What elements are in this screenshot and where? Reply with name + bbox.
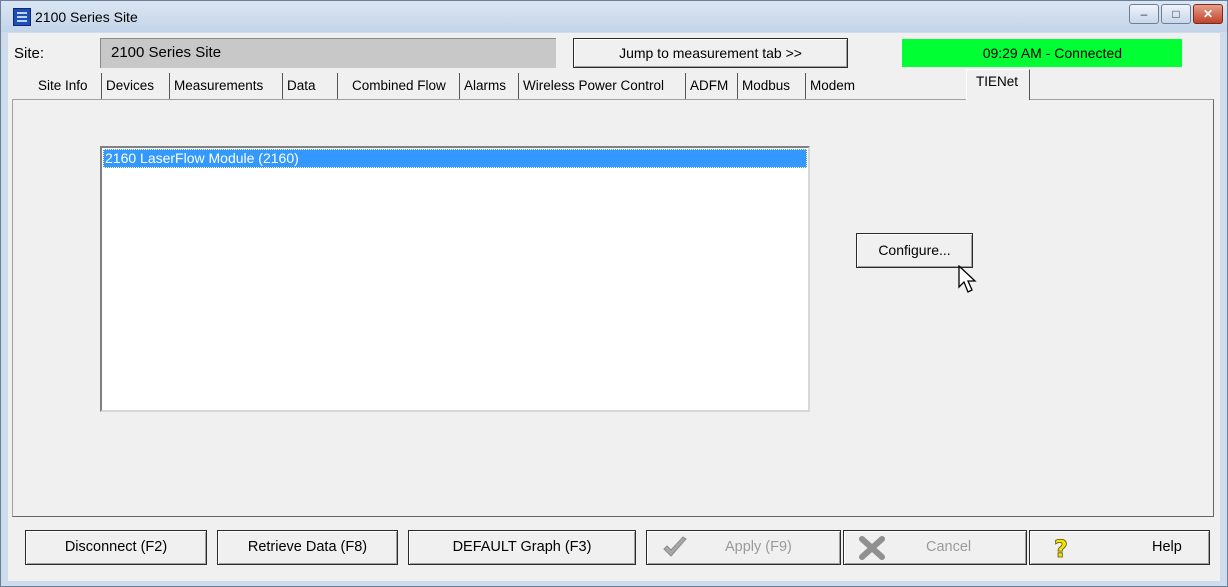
connection-status: 09:29 AM - Connected [902, 39, 1182, 67]
list-item[interactable]: 2160 LaserFlow Module (2160) [103, 149, 807, 168]
tab-wireless-power-control[interactable]: Wireless Power Control [519, 73, 686, 99]
help-label: Help [1152, 539, 1182, 555]
cancel-button[interactable]: Cancel [843, 530, 1027, 565]
tab-measurements[interactable]: Measurements [170, 73, 283, 99]
tab-site-info[interactable]: Site Info [34, 73, 102, 99]
close-button[interactable]: ✕ [1193, 4, 1223, 24]
question-mark-icon: ? [1054, 535, 1069, 561]
minimize-icon: – [1140, 7, 1148, 21]
tab-strip: Site Info Devices Measurements Data Comb… [8, 69, 1220, 100]
x-icon [859, 536, 885, 560]
tab-alarms[interactable]: Alarms [460, 73, 519, 99]
tab-modbus[interactable]: Modbus [738, 73, 806, 99]
apply-button[interactable]: Apply (F9) [646, 530, 841, 565]
tab-combined-flow[interactable]: Combined Flow [348, 73, 460, 99]
app-icon [13, 8, 31, 26]
configure-button[interactable]: Configure... [856, 233, 973, 268]
tab-devices[interactable]: Devices [102, 73, 170, 99]
retrieve-data-button[interactable]: Retrieve Data (F8) [217, 530, 398, 565]
cancel-label: Cancel [926, 539, 972, 555]
window-title: 2100 Series Site [35, 9, 138, 25]
main-window: 2100 Series Site – □ ✕ Site: 2100 Series… [0, 0, 1228, 587]
client-area: Site: 2100 Series Site Jump to measureme… [8, 33, 1220, 581]
jump-to-measurement-button[interactable]: Jump to measurement tab >> [573, 38, 848, 68]
title-bar[interactable]: 2100 Series Site – □ ✕ [1, 1, 1227, 32]
disconnect-button[interactable]: Disconnect (F2) [25, 530, 207, 565]
close-icon: ✕ [1202, 7, 1214, 21]
tab-modem[interactable]: Modem [806, 73, 866, 99]
site-label: Site: [14, 45, 45, 62]
maximize-button[interactable]: □ [1161, 4, 1191, 24]
site-name-field: 2100 Series Site [100, 38, 556, 68]
tab-tienet[interactable]: TIENet [966, 69, 1030, 100]
apply-label: Apply (F9) [725, 539, 792, 555]
tab-data[interactable]: Data [283, 73, 338, 99]
tab-adfm[interactable]: ADFM [686, 73, 738, 99]
maximize-icon: □ [1172, 7, 1180, 21]
device-listbox[interactable]: 2160 LaserFlow Module (2160) [100, 146, 810, 412]
minimize-button[interactable]: – [1129, 4, 1159, 24]
checkmark-icon [663, 536, 687, 557]
svg-text:?: ? [1054, 535, 1068, 561]
mouse-pointer-icon [958, 265, 977, 293]
default-graph-button[interactable]: DEFAULT Graph (F3) [408, 530, 636, 565]
help-button[interactable]: ? Help [1029, 530, 1210, 565]
